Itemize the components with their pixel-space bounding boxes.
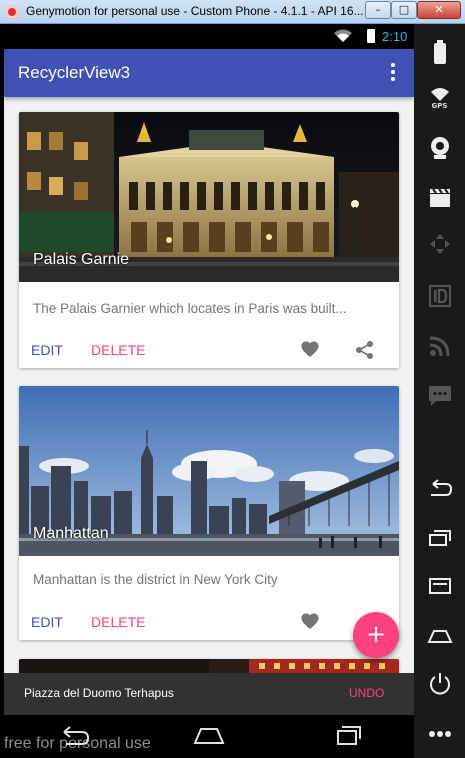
close-button[interactable]: ✕ [417,1,461,19]
card-description: Manhattan is the district in New York Ci… [33,572,278,587]
edit-button[interactable]: EDIT [31,614,63,630]
maximize-button[interactable]: □ [391,1,417,19]
card-manhattan: Manhattan Manhattan is the district in N… [19,386,399,640]
app-title: RecyclerView3 [18,63,131,82]
card-palais-garnier: Palais Garnie The Palais Garnier which l… [19,112,399,368]
recent-apps-icon[interactable] [328,723,364,749]
window-title-bar[interactable]: Genymotion for personal use - Custom Pho… [0,0,465,24]
card-image [19,659,399,673]
status-time: 2:10 [382,29,408,44]
recent-apps-tool[interactable] [414,518,465,558]
video-tool[interactable] [414,178,465,218]
home-tool[interactable] [414,616,465,656]
dpad-icon [429,234,450,254]
window-title: Genymotion for personal use - Custom Pho… [26,4,364,18]
snackbar-undo-button[interactable]: UNDO [349,686,384,700]
status-bar: 2:10 [4,24,414,49]
power-tool[interactable] [414,664,465,704]
snackbar-message: Piazza del Duomo Terhapus [24,686,174,700]
menu-icon [428,578,451,594]
dpad-tool[interactable] [414,224,465,264]
sms-tool[interactable] [414,376,465,416]
card-partial [19,659,399,673]
gps-tool[interactable]: GPS [414,78,465,118]
gps-icon [430,87,449,101]
more-icon [428,731,451,737]
rss-tool[interactable] [414,326,465,366]
power-icon [429,673,450,695]
card-title: Palais Garnie [33,251,130,268]
home-icon [426,630,453,643]
home-icon[interactable] [191,723,227,749]
menu-tool[interactable] [414,566,465,606]
battery-tool[interactable] [414,32,465,72]
id-icon [428,285,451,307]
delete-button[interactable]: DELETE [91,614,145,630]
battery-icon [433,40,446,64]
battery-icon [367,29,375,43]
recycler-view[interactable]: Palais Garnie The Palais Garnier which l… [4,97,414,673]
card-title: Manhattan [33,525,109,542]
snackbar: Piazza del Duomo Terhapus UNDO [4,673,414,715]
video-icon [429,188,450,207]
gps-label: GPS [431,101,448,110]
overflow-menu-icon[interactable] [390,63,396,83]
wifi-icon [334,29,352,42]
add-fab-button[interactable]: + [353,612,399,658]
genymotion-app-icon [5,5,19,19]
card-description: The Palais Garnier which locates in Pari… [33,301,347,316]
sms-icon [428,386,451,406]
delete-button[interactable]: DELETE [91,342,145,358]
camera-icon [430,137,449,159]
heart-icon[interactable] [300,612,320,630]
genymotion-toolbar: GPS [414,24,465,758]
camera-tool[interactable] [414,128,465,168]
edit-button[interactable]: EDIT [31,342,63,358]
recent-apps-icon [428,530,451,546]
android-screen: 2:10 RecyclerView3 Palais Garnie The Pal… [4,24,414,758]
more-tool[interactable] [414,714,465,754]
share-icon[interactable] [355,340,375,360]
back-icon [430,479,452,496]
rss-icon [429,336,449,357]
id-tool[interactable] [414,276,465,316]
back-tool[interactable] [414,468,465,508]
watermark-text: free for personal use [4,735,151,752]
minimize-button[interactable]: – [365,1,391,19]
heart-icon[interactable] [300,340,320,358]
app-toolbar: RecyclerView3 [4,49,414,97]
